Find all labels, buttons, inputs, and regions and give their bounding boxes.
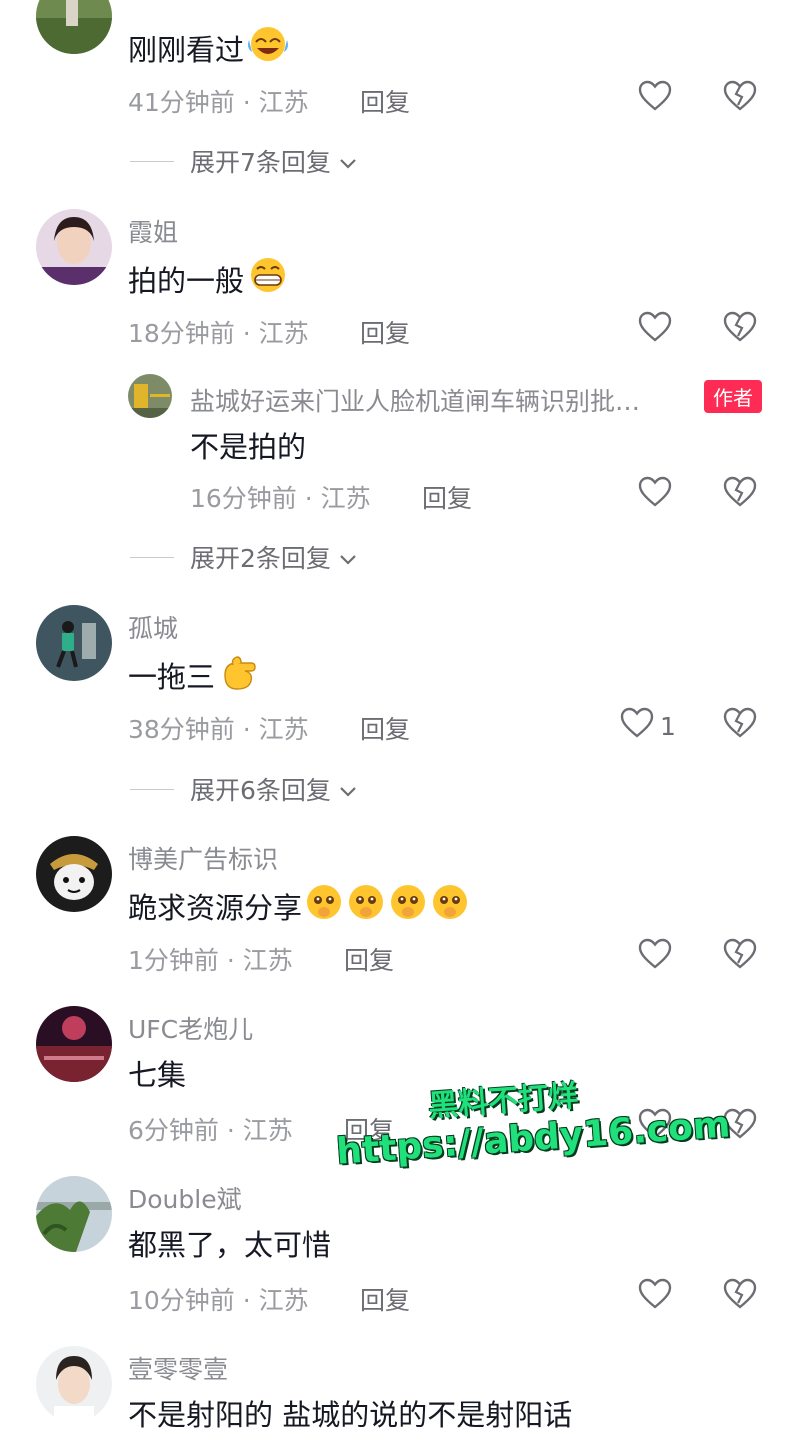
comment-text-value: 刚刚看过 xyxy=(128,32,245,67)
reply-author[interactable]: 盐城好运来门业人脸机道闸车辆识别批… xyxy=(190,382,640,418)
expand-replies-label: 展开7条回复 xyxy=(190,148,331,177)
heart-outline-icon xyxy=(638,476,672,514)
like-button[interactable] xyxy=(638,311,672,349)
comment-text: 跪求资源分享 xyxy=(128,882,470,929)
author-badge: 作者 xyxy=(704,380,762,413)
comment-text-value: 拍的一般 xyxy=(128,263,245,298)
comment-text-value: 一拖三 xyxy=(128,659,216,694)
expand-replies-button[interactable]: 展开7条回复 xyxy=(130,143,357,179)
dislike-button[interactable] xyxy=(723,80,757,116)
dislike-button[interactable] xyxy=(723,311,757,347)
reply-button[interactable]: 回复 xyxy=(360,314,410,350)
broken-heart-icon xyxy=(723,476,757,512)
reply-button[interactable]: 回复 xyxy=(360,83,410,119)
heart-outline-icon xyxy=(638,80,672,118)
expand-replies-button[interactable]: 展开6条回复 xyxy=(130,771,357,807)
avatar[interactable] xyxy=(36,1006,112,1082)
beckoning-hand-emoji-icon xyxy=(217,651,261,698)
reply-button[interactable]: 回复 xyxy=(422,479,472,515)
comment-author[interactable]: 壹零零壹 xyxy=(128,1350,228,1386)
broken-heart-icon xyxy=(723,707,757,743)
broken-heart-icon xyxy=(723,1278,757,1314)
reply-button[interactable]: 回复 xyxy=(360,710,410,746)
comment-text: 七集 xyxy=(128,1058,187,1092)
heart-outline-icon xyxy=(620,707,654,745)
avatar[interactable] xyxy=(36,209,112,285)
avatar[interactable] xyxy=(36,1346,112,1422)
comment-text: 拍的一般 xyxy=(128,255,290,302)
divider xyxy=(130,556,174,558)
avatar[interactable] xyxy=(36,1176,112,1252)
heart-outline-icon xyxy=(638,311,672,349)
expand-replies-label: 展开2条回复 xyxy=(190,544,331,573)
broken-heart-icon xyxy=(723,80,757,116)
like-button[interactable]: 1 xyxy=(620,707,676,745)
reply-text: 不是拍的 xyxy=(190,430,307,464)
comment-text: 刚刚看过 xyxy=(128,24,290,71)
dislike-button[interactable] xyxy=(723,707,757,743)
expand-replies-button[interactable]: 展开2条回复 xyxy=(130,539,357,575)
comment-author[interactable]: 霞姐 xyxy=(128,213,178,249)
broken-heart-icon xyxy=(723,311,757,347)
chevron-down-icon xyxy=(339,147,357,176)
reply-button[interactable]: 回复 xyxy=(360,1281,410,1317)
chevron-down-icon xyxy=(339,543,357,572)
chevron-down-icon xyxy=(339,775,357,804)
avatar[interactable] xyxy=(128,374,172,418)
comment-time-location: 10分钟前 · 江苏 xyxy=(128,1286,309,1315)
crying-laughing-emoji-icon xyxy=(246,24,290,71)
avatar[interactable] xyxy=(36,836,112,912)
comment-author[interactable]: 孤城 xyxy=(128,609,178,645)
like-button[interactable] xyxy=(638,1278,672,1316)
comment-author[interactable]: Double斌 xyxy=(128,1180,242,1216)
dislike-button[interactable] xyxy=(723,476,757,512)
reply-button[interactable]: 回复 xyxy=(344,941,394,977)
like-count: 1 xyxy=(660,711,676,741)
like-button[interactable] xyxy=(638,476,672,514)
divider xyxy=(130,160,174,162)
broken-heart-icon xyxy=(723,938,757,974)
comment-text: 一拖三 xyxy=(128,651,261,698)
comment-time-location: 41分钟前 · 江苏 xyxy=(128,88,309,117)
expand-replies-label: 展开6条回复 xyxy=(190,776,331,805)
comment-time-location: 38分钟前 · 江苏 xyxy=(128,715,309,744)
like-button[interactable] xyxy=(638,80,672,118)
comment-time-location: 1分钟前 · 江苏 xyxy=(128,946,293,975)
heart-outline-icon xyxy=(638,1278,672,1316)
comment-text-value: 跪求资源分享 xyxy=(128,890,303,925)
avatar[interactable] xyxy=(36,0,112,54)
divider xyxy=(130,788,174,790)
comment-text: 不是射阳的 盐城的说的不是射阳话 xyxy=(128,1398,573,1432)
comment-author[interactable]: UFC老炮儿 xyxy=(128,1010,253,1046)
like-button[interactable] xyxy=(638,938,672,976)
avatar[interactable] xyxy=(36,605,112,681)
comment-author[interactable]: 博美广告标识 xyxy=(128,840,278,876)
dislike-button[interactable] xyxy=(723,938,757,974)
comment-time-location: 18分钟前 · 江苏 xyxy=(128,319,309,348)
grinning-emoji-icon xyxy=(246,255,290,302)
dislike-button[interactable] xyxy=(723,1278,757,1314)
comment-time-location: 6分钟前 · 江苏 xyxy=(128,1116,293,1145)
comment-text: 都黑了，太可惜 xyxy=(128,1228,332,1262)
pleading-emoji-icon xyxy=(304,882,470,929)
heart-outline-icon xyxy=(638,938,672,976)
reply-time-location: 16分钟前 · 江苏 xyxy=(190,484,371,513)
